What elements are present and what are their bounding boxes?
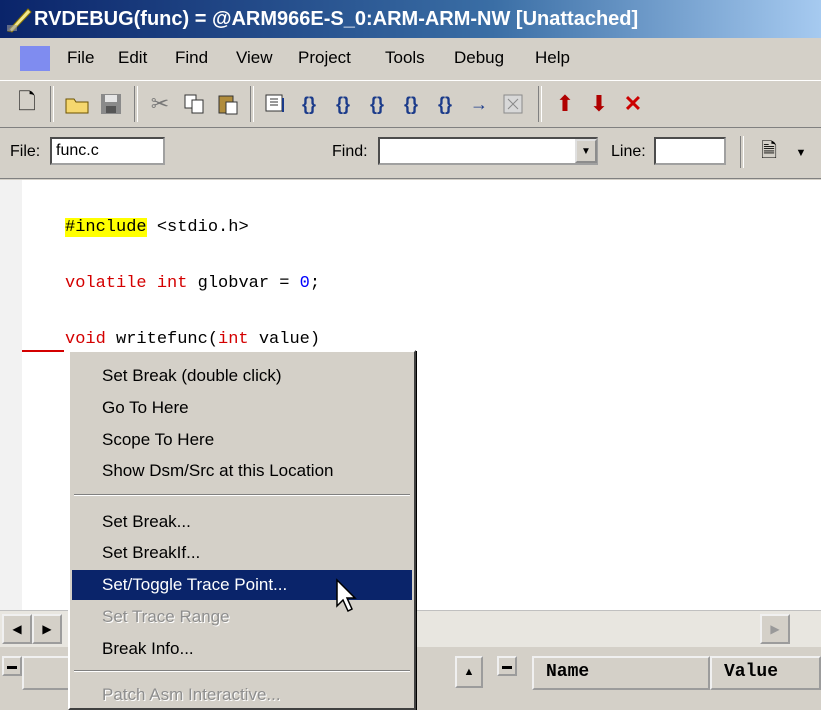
code-line-include: #include <stdio.h> <box>65 218 249 237</box>
code-line-writefunc: void writefunc(int value) <box>65 330 320 349</box>
code-text: ; <box>309 274 321 293</box>
menu-file[interactable]: File <box>67 48 94 68</box>
keyword: int <box>218 330 249 349</box>
menu-view[interactable]: View <box>236 48 273 68</box>
title-bar: RVDEBUG(func) = @ARM966E-S_0:ARM-ARM-NW … <box>0 0 821 38</box>
menu-item-go-to-here[interactable]: Go To Here <box>72 393 412 423</box>
menu-item-scope-to-here[interactable]: Scope To Here <box>72 425 412 455</box>
run-to-icon[interactable]: → <box>462 87 496 121</box>
step-icon[interactable]: {} <box>292 87 326 121</box>
code-text: value) <box>248 330 321 349</box>
editor-gutter[interactable] <box>0 180 22 610</box>
document-icon[interactable]: 🗎 <box>752 136 786 170</box>
column-header-value[interactable]: Value <box>710 656 821 690</box>
toolbar: 🗋 ✂ {} {} {} {} {} → ⬆ ⬇ ✕ <box>0 80 821 128</box>
menu-separator <box>74 494 410 496</box>
menu-bar: File Edit Find View Project Tools Debug … <box>0 38 821 78</box>
toolbar-separator <box>50 86 54 122</box>
file-field[interactable]: func.c <box>50 137 165 165</box>
include-directive: #include <box>65 218 147 237</box>
scroll-right-end-icon[interactable]: ▶ <box>760 614 790 644</box>
menu-item-show-dsm-src[interactable]: Show Dsm/Src at this Location <box>72 456 412 486</box>
chevron-down-icon[interactable]: ▼ <box>786 136 816 170</box>
menu-tools[interactable]: Tools <box>385 48 425 68</box>
context-menu: Set Break (double click) Go To Here Scop… <box>68 350 416 710</box>
menu-item-patch-asm-interactive: Patch Asm Interactive... <box>102 685 281 704</box>
scroll-left-icon[interactable]: ◀ <box>2 614 32 644</box>
menu-item-set-break[interactable]: Set Break... <box>72 507 412 537</box>
file-label: File: <box>10 143 41 160</box>
code-text: globvar = <box>187 274 300 293</box>
column-header-name[interactable]: Name <box>532 656 710 690</box>
step-into-icon[interactable]: {} <box>360 87 394 121</box>
menu-item-set-breakif[interactable]: Set BreakIf... <box>72 538 412 568</box>
up-arrow-icon[interactable]: ⬆ <box>548 87 582 121</box>
step-out-icon[interactable]: {} <box>394 87 428 121</box>
step-return-icon[interactable]: {} <box>428 87 462 121</box>
debugger-app-icon[interactable] <box>6 5 32 33</box>
menu-find[interactable]: Find <box>175 48 208 68</box>
find-combo[interactable] <box>378 137 598 165</box>
scroll-right-icon[interactable]: ▶ <box>32 614 62 644</box>
number-literal: 0 <box>299 274 310 293</box>
collapse-icon[interactable]: ▬ <box>497 656 517 676</box>
delete-icon[interactable]: ✕ <box>616 87 650 121</box>
system-menu-icon[interactable] <box>20 46 50 71</box>
line-field[interactable] <box>654 137 726 165</box>
keyword: void <box>65 330 106 349</box>
line-label: Line: <box>611 143 646 160</box>
toolbar-separator <box>250 86 254 122</box>
paste-icon[interactable] <box>211 87 245 121</box>
run-icon[interactable] <box>258 87 292 121</box>
open-folder-icon[interactable] <box>60 87 94 121</box>
menu-edit[interactable]: Edit <box>118 48 147 68</box>
include-file: <stdio.h> <box>146 218 249 237</box>
menu-debug[interactable]: Debug <box>454 48 504 68</box>
copy-icon[interactable] <box>177 87 211 121</box>
current-line-marker <box>22 350 64 352</box>
new-file-icon[interactable]: 🗋 <box>10 87 44 121</box>
menu-item-break-info[interactable]: Break Info... <box>72 634 412 664</box>
keyword: int <box>156 274 188 293</box>
menu-item-set-break-double-click[interactable]: Set Break (double click) <box>72 361 412 391</box>
find-label: Find: <box>332 143 368 160</box>
toolbar-separator <box>538 86 542 122</box>
menu-separator <box>74 670 410 672</box>
menu-item-set-toggle-trace-point[interactable]: Set/Toggle Trace Point... <box>72 570 412 600</box>
keyword: volatile <box>65 274 147 293</box>
save-icon[interactable] <box>94 87 128 121</box>
toolbar-separator <box>740 136 744 168</box>
collapse-icon[interactable]: ▬ <box>2 656 22 676</box>
stop-icon[interactable] <box>496 87 530 121</box>
menu-help[interactable]: Help <box>535 48 570 68</box>
step-over-icon[interactable]: {} <box>326 87 360 121</box>
cut-icon[interactable]: ✂ <box>143 87 177 121</box>
toolbar-separator <box>134 86 138 122</box>
down-arrow-icon[interactable]: ⬇ <box>582 87 616 121</box>
chevron-down-icon[interactable]: ▼ <box>575 139 597 163</box>
file-find-bar: File: func.c Find: ▼ Line: 🗎 ▼ <box>0 128 821 179</box>
menu-project[interactable]: Project <box>298 48 351 68</box>
mouse-pointer-icon <box>336 578 357 613</box>
window-title: RVDEBUG(func) = @ARM966E-S_0:ARM-ARM-NW … <box>34 8 639 30</box>
code-line-globvar: volatile int globvar = 0; <box>65 274 320 293</box>
menu-item-set-trace-range: Set Trace Range <box>102 607 230 626</box>
scroll-up-icon[interactable]: ▲ <box>455 656 483 688</box>
code-text: writefunc( <box>105 330 219 349</box>
